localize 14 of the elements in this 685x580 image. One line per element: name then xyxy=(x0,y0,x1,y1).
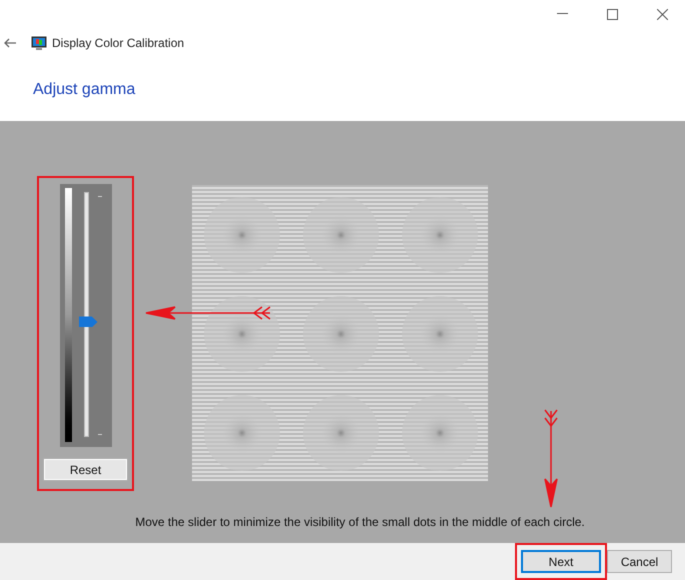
maximize-icon[interactable] xyxy=(607,8,618,20)
close-icon[interactable] xyxy=(657,8,668,20)
dialog-button[interactable]: Cancel xyxy=(607,550,672,573)
back-arrow-icon[interactable] xyxy=(4,38,16,48)
minimize-icon[interactable] xyxy=(557,13,568,15)
window-title: Display Color Calibration xyxy=(52,35,184,52)
reset-button[interactable]: Reset xyxy=(44,459,127,480)
dialog-button[interactable]: Next xyxy=(521,550,601,573)
instruction-text: Move the slider to minimize the visibility of the small dots in the middle of each circle. xyxy=(135,514,585,531)
slider-thumb[interactable] xyxy=(78,316,98,328)
tick-mark xyxy=(98,196,102,197)
monitor-icon xyxy=(31,36,47,50)
tick-mark xyxy=(98,434,102,435)
page-heading: Adjust gamma xyxy=(33,80,136,100)
